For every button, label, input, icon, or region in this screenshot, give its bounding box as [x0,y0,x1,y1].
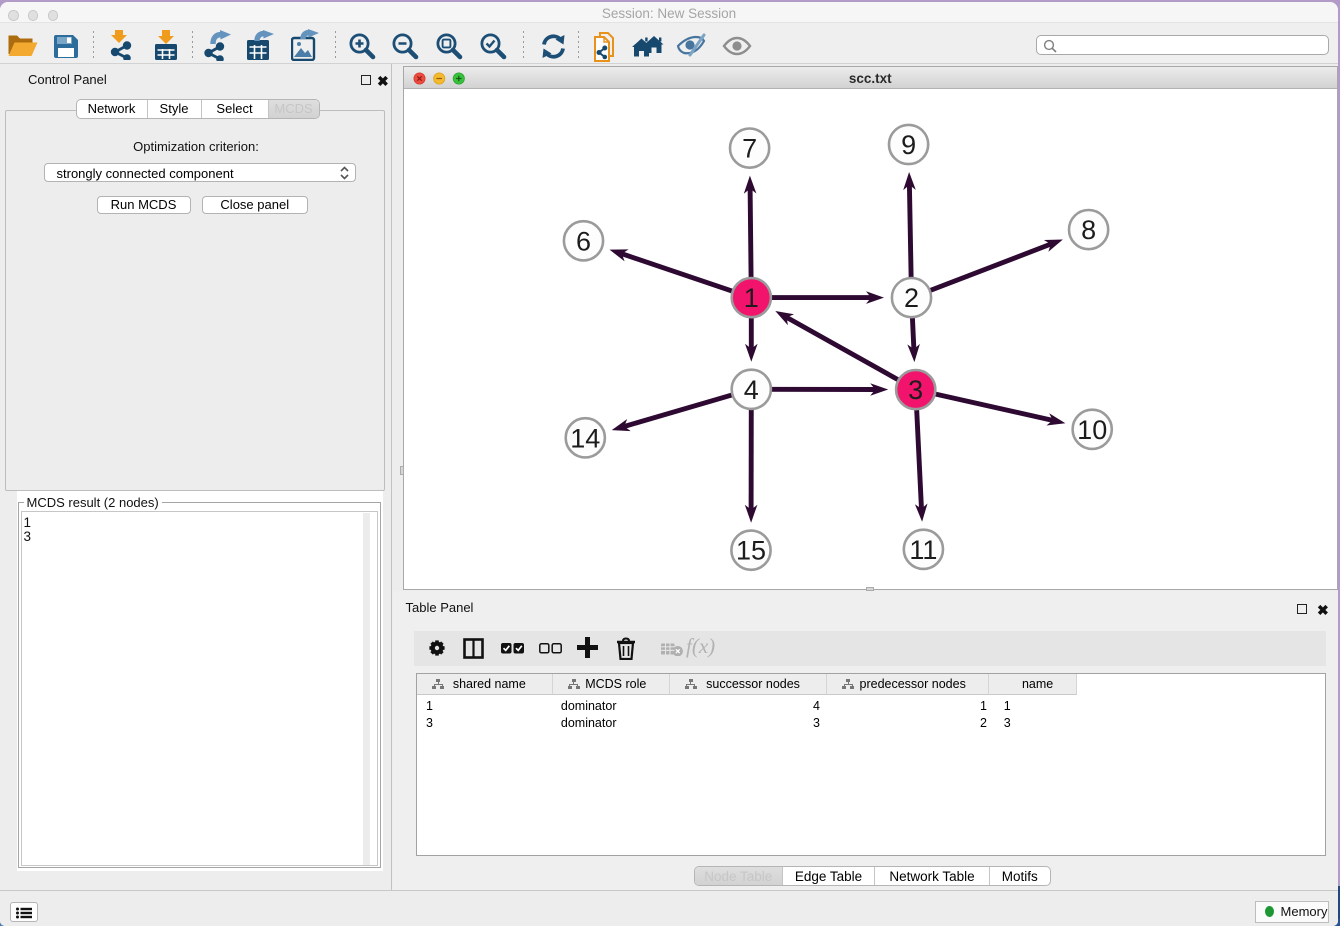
svg-text:11: 11 [909,535,937,565]
svg-text:8: 8 [1081,215,1096,245]
svg-text:4: 4 [743,375,758,405]
svg-text:1: 1 [743,283,758,313]
svg-text:2: 2 [903,283,918,313]
svg-text:14: 14 [570,423,600,453]
svg-text:6: 6 [575,226,590,256]
svg-text:9: 9 [901,130,916,160]
svg-text:10: 10 [1077,415,1107,445]
svg-text:7: 7 [742,134,757,164]
svg-text:3: 3 [908,375,923,405]
svg-text:15: 15 [735,536,765,566]
